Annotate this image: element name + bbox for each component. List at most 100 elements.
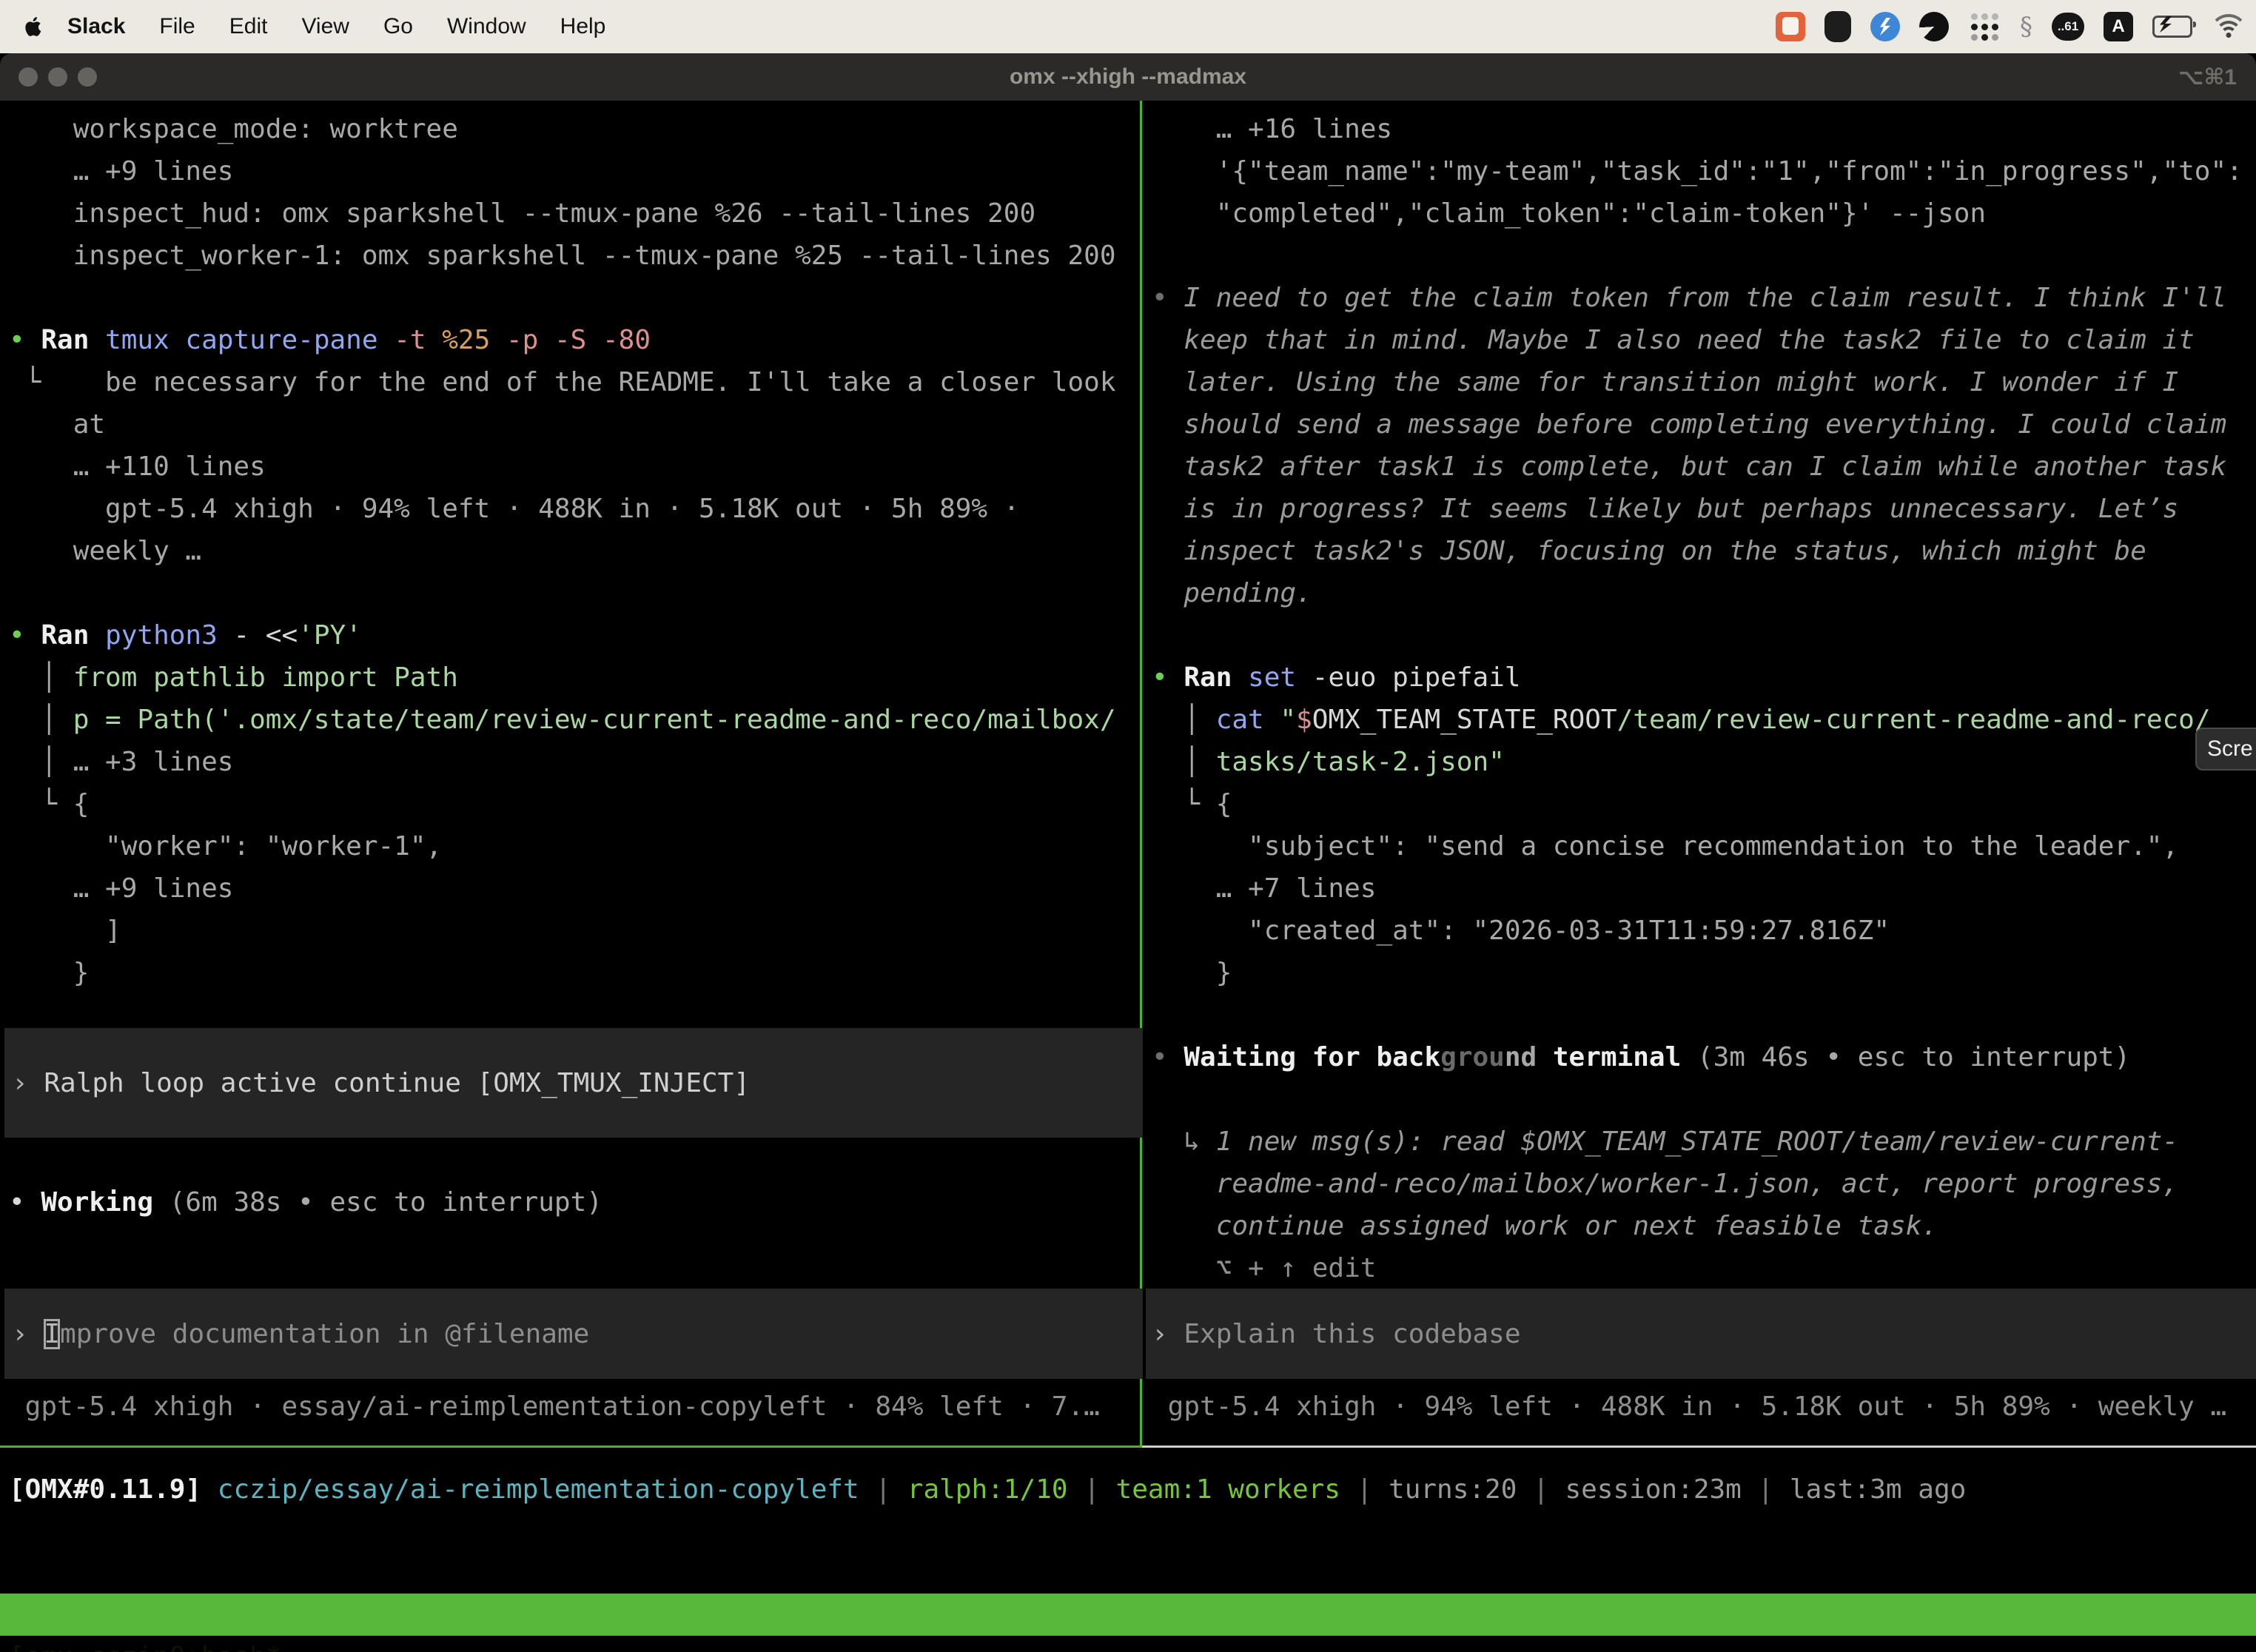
omx-hud-status-line: [OMX#0.11.9] cczip/essay/ai-reimplementa… <box>9 1468 1966 1511</box>
text-segment: task2 after task1 is complete, but can I… <box>1152 451 2226 482</box>
text-segment: inspect_hud: omx sparkshell --tmux-pane … <box>9 198 1035 229</box>
terminal-line: │ cat "$OMX_TEAM_STATE_ROOT/team/review-… <box>1152 699 2256 741</box>
wifi-icon[interactable] <box>2212 14 2246 39</box>
menu-item-window[interactable]: Window <box>447 14 526 39</box>
terminal-line: task2 after task1 is complete, but can I… <box>1152 446 2256 488</box>
text-segment: at <box>9 409 105 440</box>
terminal-line <box>1152 1078 2256 1121</box>
terminal-line: at <box>9 403 1149 446</box>
text-segment: "completed","claim_token":"claim-token"}… <box>1152 198 1986 229</box>
text-segment: keep that in mind. Maybe I also need the… <box>1152 325 2195 355</box>
terminal-line: } <box>9 952 1149 994</box>
menu-item-help[interactable]: Help <box>560 14 606 39</box>
chat-app-icon[interactable] <box>1776 12 1805 41</box>
text-segment: grou <box>1440 1042 1505 1072</box>
tmux-status-bar: [omx-cczip0:bash* "MacBook-Pro-44.local"… <box>0 1594 2256 1636</box>
text-segment: from pathlib import Path <box>73 662 458 693</box>
terminal-line: continue assigned work or next feasible … <box>1152 1205 2256 1247</box>
text-segment: tmux capture-pane <box>105 325 394 355</box>
text-segment: session:23m <box>1565 1474 1741 1505</box>
text-segment: Ran <box>41 620 105 651</box>
terminal-line: gpt-5.4 xhigh · 94% left · 488K in · 5.1… <box>9 488 1149 530</box>
input-source-icon[interactable]: A <box>2104 12 2133 41</box>
pane-border-bottom-left <box>0 1446 1142 1448</box>
text-segment: -euo pipefail <box>1296 662 1520 693</box>
text-segment: [OMX#0.11.9] <box>9 1474 201 1505</box>
hook-icon[interactable]: § <box>2020 12 2032 41</box>
menu-bar: Slack File Edit View Go Window Help § ..… <box>0 0 2256 53</box>
text-segment: I need to get the claim token from the c… <box>1184 283 2226 313</box>
text-segment: 'PY' <box>298 620 362 651</box>
dots-grid-icon[interactable] <box>1968 10 2001 43</box>
text-segment: } <box>1152 958 1232 988</box>
text-segment: turns:20 <box>1389 1474 1517 1505</box>
pie-circle-icon[interactable] <box>1919 12 1949 41</box>
text-segment: should send a message before completing … <box>1152 409 2226 440</box>
text-segment: gpt-5.4 xhigh · 94% left · 488K in · 5.1… <box>9 494 1019 524</box>
terminal-line: └ be necessary for the end of the README… <box>9 361 1149 403</box>
tmux-pane-left[interactable]: workspace_mode: worktree … +9 lines insp… <box>0 101 1149 1453</box>
terminal-line: is in progress? It seems likely but perh… <box>1152 488 2256 530</box>
terminal-line: … +16 lines <box>1152 108 2256 150</box>
ralph-loop-banner: › Ralph loop active continue [OMX_TMUX_I… <box>4 1028 1143 1138</box>
shield-grid-icon[interactable] <box>1824 11 1851 42</box>
terminal-line: '{"team_name":"my-team","task_id":"1","f… <box>1152 150 2256 192</box>
menu-item-go[interactable]: Go <box>383 14 413 39</box>
text-segment: workspace_mode: worktree <box>9 114 458 144</box>
text-segment: • <box>9 1187 41 1218</box>
text-segment: -p -S -80 <box>506 325 651 355</box>
text-segment: " <box>1280 705 1296 735</box>
text-segment: nd <box>1505 1042 1537 1072</box>
terminal-line: pending. <box>1152 572 2256 614</box>
menu-item-view[interactable]: View <box>301 14 349 39</box>
prompt-input-right[interactable]: › Explain this codebase <box>1146 1289 2256 1379</box>
text-segment: tasks/task-2.json" <box>1216 747 1505 777</box>
text-segment: } <box>9 958 89 988</box>
text-segment: gpt-5.4 xhigh · 94% left · 488K in · 5.1… <box>1152 1391 2226 1422</box>
menu-item-file[interactable]: File <box>159 14 195 39</box>
terminal-line: readme-and-reco/mailbox/worker-1.json, a… <box>1152 1163 2256 1205</box>
text-segment: continue assigned work or next feasible … <box>1152 1211 1938 1241</box>
menu-item-edit[interactable]: Edit <box>229 14 268 39</box>
text-segment: | <box>1340 1474 1389 1505</box>
text-segment: p = Path('.omx/state/team/review-current… <box>73 705 1116 735</box>
text-segment: │ <box>1152 747 1216 777</box>
text-segment: Ralph loop active continue [OMX_TMUX_INJ… <box>44 1068 750 1098</box>
terminal-line: … +9 lines <box>9 867 1149 910</box>
text-segment: - << <box>218 620 298 651</box>
terminal-line: "worker": "worker-1", <box>9 825 1149 867</box>
tmux-pane-right[interactable]: … +16 lines '{"team_name":"my-team","tas… <box>1142 101 2256 1453</box>
text-segment: Ran <box>41 325 105 355</box>
battery-icon[interactable] <box>2152 16 2192 38</box>
text-segment: | <box>1517 1474 1565 1505</box>
pane-divider[interactable] <box>1140 101 1142 1446</box>
terminal-line: • I need to get the claim token from the… <box>1152 277 2256 319</box>
terminal-line: inspect_worker-1: omx sparkshell --tmux-… <box>9 235 1149 277</box>
text-segment: gpt-5.4 xhigh · essay/ai-reimplementatio… <box>9 1391 1100 1422</box>
terminal-line: │ … +3 lines <box>9 741 1149 783</box>
menu-app-name[interactable]: Slack <box>67 14 125 39</box>
text-segment: weekly … <box>9 536 201 566</box>
tmux-session-label: [omx-cczip0:bash* <box>9 1636 281 1652</box>
terminal-line: "created_at": "2026-03-31T11:59:27.816Z" <box>1152 910 2256 952</box>
text-segment: • <box>1152 1042 1184 1072</box>
count-badge-icon[interactable]: ..61 <box>2052 13 2084 41</box>
text-segment: Ran <box>1184 662 1248 693</box>
text-segment: cat <box>1216 705 1280 735</box>
text-segment: └ { <box>1152 789 1232 819</box>
text-segment: ↳ 1 new msg(s): read $OMX_TEAM_STATE_ROO… <box>1152 1126 2178 1157</box>
text-segment: python3 <box>105 620 218 651</box>
window-title-bar: omx --xhigh --madmax ⌥⌘1 <box>0 53 2256 101</box>
terminal-line <box>9 572 1149 614</box>
text-segment: Waiting for back <box>1184 1042 1440 1072</box>
text-segment: ] <box>9 916 121 946</box>
apple-menu-icon[interactable] <box>24 16 44 38</box>
blue-badge-icon[interactable] <box>1870 12 1900 41</box>
text-segment: terminal <box>1537 1042 1681 1072</box>
terminal-line: ⌥ + ↑ edit <box>1152 1247 2256 1289</box>
text-segment: ralph:1/10 <box>907 1474 1068 1505</box>
text-segment: pending. <box>1152 578 1312 608</box>
prompt-input-left[interactable]: › Improve documentation in @filename <box>4 1289 1143 1379</box>
text-segment: readme-and-reco/mailbox/worker-1.json, a… <box>1152 1169 2178 1199</box>
text-segment: "worker": "worker-1", <box>9 831 442 862</box>
